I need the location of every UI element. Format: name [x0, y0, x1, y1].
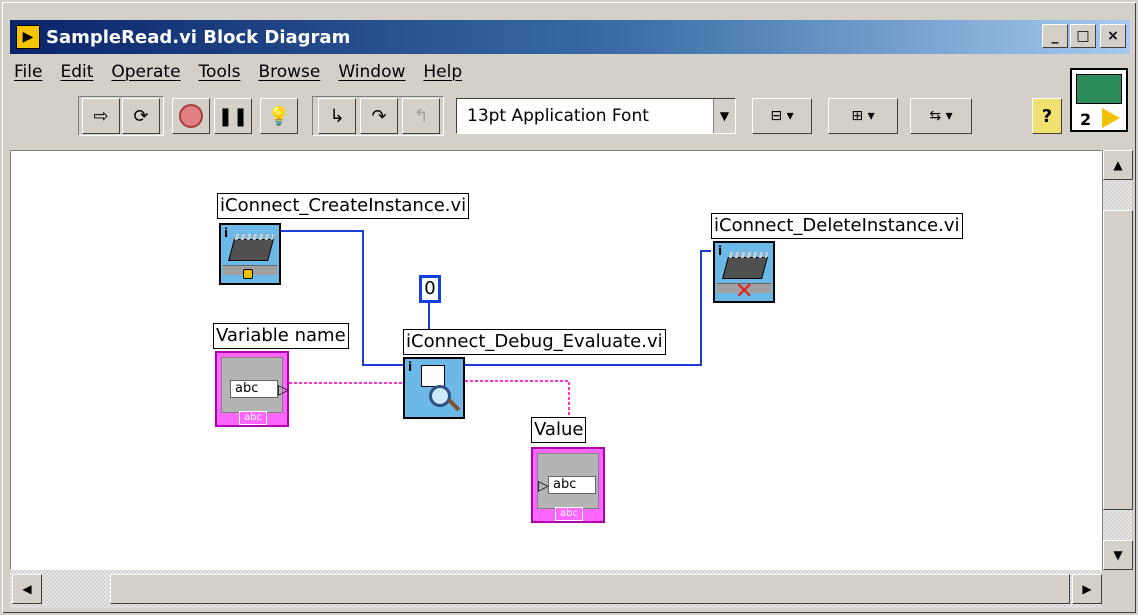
- window-title: SampleRead.vi Block Diagram: [46, 26, 351, 48]
- run-arrow-icon: ⇨: [93, 105, 109, 127]
- menu-file[interactable]: File: [14, 62, 42, 88]
- delete-instance-label: iConnect_DeleteInstance.vi: [711, 213, 963, 239]
- menu-tools[interactable]: Tools: [199, 62, 241, 88]
- abort-icon: [179, 104, 203, 128]
- magnifier-handle-icon: [447, 398, 461, 412]
- align-objects-icon: ⊟ ▾: [770, 108, 794, 124]
- run-continuously-button[interactable]: ⟳: [122, 98, 160, 134]
- info-icon: i: [718, 244, 723, 258]
- string-indicator-icon: abc: [548, 476, 596, 494]
- step-into-button[interactable]: ↳: [318, 98, 356, 134]
- step-out-button[interactable]: ↰: [402, 98, 440, 134]
- abort-button[interactable]: [172, 98, 210, 134]
- step-over-icon: ↷: [371, 105, 387, 127]
- vi-run-icon: [1102, 108, 1120, 128]
- title-bar[interactable]: ▶ SampleRead.vi Block Diagram _ □ ×: [10, 20, 1130, 54]
- variable-name-label: Variable name: [213, 323, 349, 349]
- menu-operate[interactable]: Operate: [111, 62, 180, 88]
- string-type-tag: abc: [555, 507, 583, 521]
- numeric-constant[interactable]: 0: [419, 275, 441, 303]
- chevron-down-icon[interactable]: ▼: [713, 99, 735, 133]
- highlight-execution-button[interactable]: 💡: [260, 98, 298, 134]
- reorder-icon: ⇆ ▾: [929, 108, 953, 124]
- arrow-up-icon: ▲: [1113, 158, 1123, 172]
- evaluate-label: iConnect_Debug_Evaluate.vi: [403, 329, 666, 355]
- font-select-value: 13pt Application Font: [467, 106, 649, 126]
- block-diagram-window: ▶ SampleRead.vi Block Diagram _ □ × File…: [0, 0, 1138, 615]
- menu-help[interactable]: Help: [423, 62, 462, 88]
- arrow-left-icon: ◀: [22, 582, 32, 596]
- window-controls: _ □ ×: [1042, 24, 1126, 48]
- step-over-button[interactable]: ↷: [360, 98, 398, 134]
- menu-bar: File Edit Operate Tools Browse Window He…: [14, 62, 462, 88]
- maximize-button[interactable]: □: [1070, 24, 1096, 48]
- pause-button[interactable]: ❚❚: [214, 98, 252, 134]
- create-instance-label: iConnect_CreateInstance.vi: [217, 193, 470, 219]
- string-control-icon: abc: [230, 380, 278, 398]
- close-button[interactable]: ×: [1100, 24, 1126, 48]
- align-objects-button[interactable]: ⊟ ▾: [752, 98, 812, 134]
- chip-icon: [228, 239, 274, 261]
- toolbar: ⇨ ⟳ ❚❚ 💡 ↳ ↷ ↰ 13pt Application Font ▼ ⊟: [12, 94, 1062, 146]
- control-body: abc ▷: [221, 357, 289, 413]
- font-select[interactable]: 13pt Application Font ▼: [456, 98, 736, 134]
- horizontal-scroll-thumb[interactable]: [110, 574, 1070, 604]
- value-indicator[interactable]: ▷ abc abc: [531, 447, 605, 523]
- reorder-button[interactable]: ⇆ ▾: [910, 98, 972, 134]
- string-wire-out: [465, 380, 570, 415]
- indicator-body: ▷ abc: [537, 453, 599, 509]
- delete-x-icon: ✕: [735, 279, 754, 304]
- pause-icon: ❚❚: [217, 105, 249, 127]
- connect-dot-icon: [243, 269, 253, 279]
- context-help-button[interactable]: ?: [1032, 98, 1062, 134]
- value-label: Value: [531, 417, 587, 443]
- arrow-down-icon: ▼: [1113, 548, 1123, 562]
- menu-edit[interactable]: Edit: [60, 62, 93, 88]
- document-icon: [421, 365, 445, 387]
- variable-name-control[interactable]: abc ▷ abc: [215, 351, 289, 427]
- run-continuously-icon: ⟳: [133, 105, 149, 127]
- create-instance-subvi[interactable]: i: [219, 223, 281, 285]
- distribute-objects-button[interactable]: ⊞ ▾: [828, 98, 898, 134]
- distribute-objects-icon: ⊞ ▾: [851, 108, 875, 124]
- arrow-right-icon: ▶: [1082, 582, 1092, 596]
- minimize-button[interactable]: _: [1042, 24, 1068, 48]
- vertical-scroll-thumb[interactable]: [1103, 210, 1133, 510]
- help-icon: ?: [1041, 105, 1053, 127]
- menu-browse[interactable]: Browse: [258, 62, 320, 88]
- step-out-icon: ↰: [413, 105, 429, 127]
- info-icon: i: [408, 360, 413, 374]
- run-button[interactable]: ⇨: [82, 98, 120, 134]
- scroll-up-button[interactable]: ▲: [1103, 150, 1133, 180]
- scroll-left-button[interactable]: ◀: [12, 574, 42, 604]
- horizontal-scrollbar[interactable]: ◀ ▶: [10, 570, 1102, 608]
- info-icon: i: [224, 226, 229, 240]
- vi-icon[interactable]: 2: [1070, 68, 1128, 132]
- block-diagram-canvas[interactable]: iConnect_CreateInstance.vi i iConnect_De…: [10, 150, 1102, 570]
- labview-app-icon: ▶: [16, 25, 40, 49]
- scroll-right-button[interactable]: ▶: [1072, 574, 1102, 604]
- step-into-icon: ↳: [329, 105, 345, 127]
- delete-instance-subvi[interactable]: i ✕: [713, 241, 775, 304]
- scroll-down-button[interactable]: ▼: [1103, 540, 1133, 570]
- debug-evaluate-subvi[interactable]: i: [403, 357, 465, 419]
- vi-icon-number: 2: [1080, 110, 1092, 129]
- magnifier-icon: [429, 385, 451, 407]
- highlight-execution-icon: 💡: [267, 105, 291, 127]
- chip-icon: [722, 257, 768, 279]
- vertical-scrollbar[interactable]: ▲ ▼: [1102, 150, 1133, 570]
- vi-icon-screen: [1076, 74, 1122, 104]
- output-arrow-icon: ▷: [278, 382, 289, 398]
- menu-window[interactable]: Window: [338, 62, 405, 88]
- string-type-tag: abc: [239, 411, 267, 425]
